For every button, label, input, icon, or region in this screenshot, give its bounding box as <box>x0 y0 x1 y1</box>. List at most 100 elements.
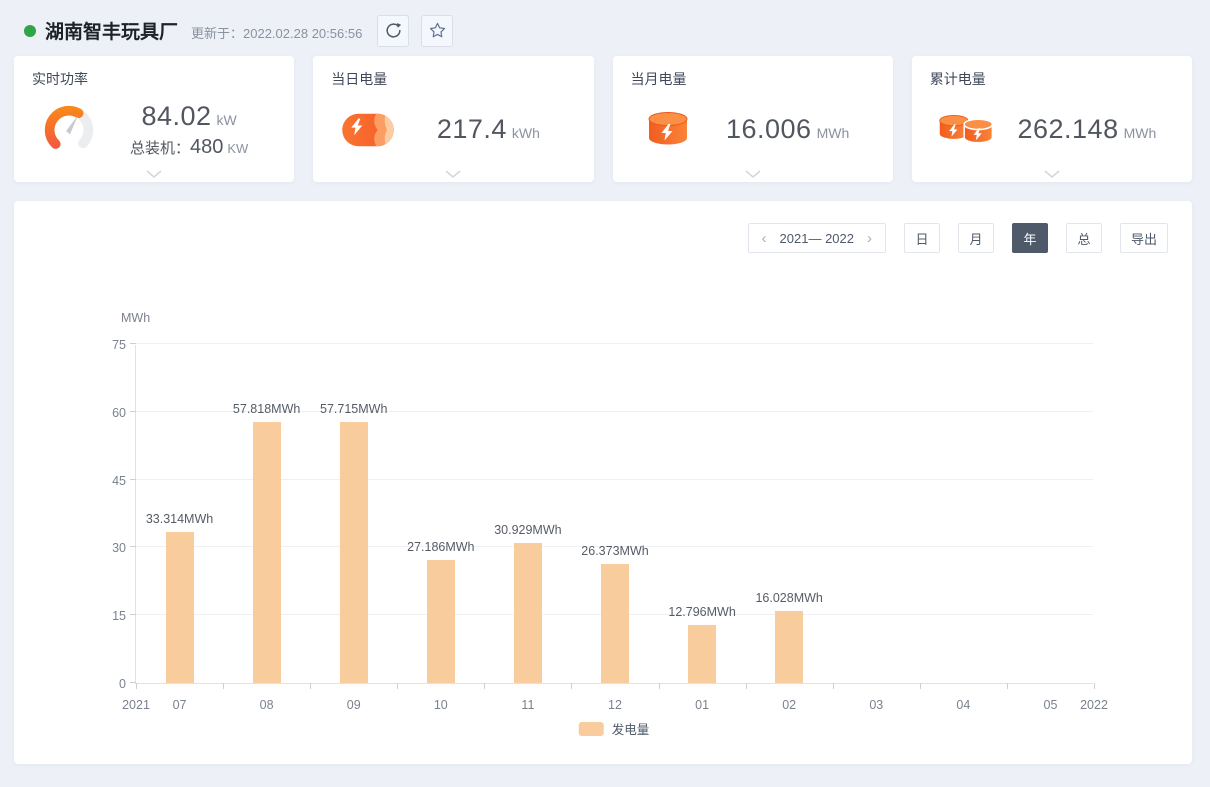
refresh-button[interactable] <box>377 15 409 47</box>
x-axis-tick <box>920 683 921 689</box>
stat-value: 262.148 <box>1017 114 1118 144</box>
x-axis-tick <box>397 683 398 689</box>
x-axis-edge-label-end: 2022 <box>1080 698 1108 712</box>
y-axis-tick <box>130 546 136 547</box>
legend-swatch-icon <box>579 722 604 736</box>
bar-01[interactable] <box>688 625 716 683</box>
x-axis-tick-label: 11 <box>521 698 534 712</box>
x-axis-tick <box>223 683 224 689</box>
card-expand-button[interactable] <box>445 170 461 179</box>
x-axis-tick <box>1007 683 1008 689</box>
chart-panel: ‹ 2021— 2022 › 日 月 年 总 导出 MWh 0153045607… <box>14 201 1192 764</box>
x-axis-edge-label-start: 2021 <box>122 698 150 712</box>
bar-value-label: 16.028MWh <box>755 591 822 605</box>
card-label: 累计电量 <box>930 69 1174 89</box>
bar-value-label: 57.715MWh <box>320 402 387 416</box>
x-axis-tick-label: 03 <box>869 698 883 712</box>
x-axis-tick <box>310 683 311 689</box>
gridline <box>136 343 1093 344</box>
y-axis-tick <box>130 479 136 480</box>
stat-value: 217.4 <box>437 114 507 144</box>
bar-02[interactable] <box>775 611 803 683</box>
gauge-icon <box>36 99 102 161</box>
date-range-picker[interactable]: ‹ 2021— 2022 › <box>748 223 886 253</box>
bar-value-label: 26.373MWh <box>581 544 648 558</box>
bar-10[interactable] <box>427 560 455 683</box>
chevron-down-icon <box>745 170 761 179</box>
star-icon <box>428 21 447 40</box>
x-axis-tick <box>571 683 572 689</box>
x-axis-tick <box>1094 683 1095 689</box>
stat-unit: kWh <box>512 125 540 141</box>
x-axis-tick-label: 05 <box>1044 698 1058 712</box>
stat-card-daily-energy: 当日电量 <box>313 56 593 182</box>
stat-card-realtime-power: 实时功率 84.02kW <box>14 56 294 182</box>
favorite-button[interactable] <box>421 15 453 47</box>
x-axis-tick <box>833 683 834 689</box>
next-year-icon[interactable]: › <box>867 231 872 246</box>
chevron-down-icon <box>1044 170 1060 179</box>
stat-value: 84.02 <box>141 101 211 131</box>
stat-card-total-energy: 累计电量 <box>912 56 1192 182</box>
energy-cylinder-double-icon <box>934 99 1000 161</box>
y-axis-tick-label: 60 <box>84 406 126 420</box>
stat-unit: kW <box>217 112 237 128</box>
x-axis-tick-label: 01 <box>695 698 709 712</box>
x-axis-tick <box>136 683 137 689</box>
bar-09[interactable] <box>340 422 368 683</box>
x-axis-tick-label: 08 <box>260 698 274 712</box>
bar-chart-plot: 015304560750733.314MWh0857.818MWh0957.71… <box>135 345 1093 684</box>
site-header: 湖南智丰玩具厂 更新于：2022.02.28 20:56:56 <box>0 0 1210 56</box>
bar-08[interactable] <box>253 422 281 683</box>
energy-cylinder-icon <box>635 99 701 161</box>
y-axis-tick-label: 45 <box>84 474 126 488</box>
chart-legend[interactable]: 发电量 <box>579 719 650 738</box>
bar-value-label: 12.796MWh <box>668 605 735 619</box>
prev-year-icon[interactable]: ‹ <box>762 231 767 246</box>
y-axis-tick-label: 15 <box>84 609 126 623</box>
y-axis-tick-label: 75 <box>84 338 126 352</box>
x-axis-tick-label: 07 <box>173 698 187 712</box>
x-axis-tick-label: 12 <box>608 698 622 712</box>
stat-card-monthly-energy: 当月电量 16.006MWh <box>613 56 893 182</box>
date-range-label: 2021— 2022 <box>780 231 854 246</box>
bar-12[interactable] <box>601 564 629 683</box>
y-axis-tick-label: 0 <box>84 677 126 691</box>
y-axis-tick-label: 30 <box>84 541 126 555</box>
chevron-down-icon <box>445 170 461 179</box>
bar-value-label: 33.314MWh <box>146 512 213 526</box>
card-label: 当日电量 <box>331 69 575 89</box>
tab-month-button[interactable]: 月 <box>958 223 994 253</box>
bar-11[interactable] <box>514 543 542 683</box>
updated-timestamp: 更新于：2022.02.28 20:56:56 <box>191 23 362 42</box>
x-axis-tick-label: 10 <box>434 698 448 712</box>
stat-value: 16.006 <box>726 114 812 144</box>
card-label: 当月电量 <box>631 69 875 89</box>
card-expand-button[interactable] <box>745 170 761 179</box>
x-axis-tick <box>659 683 660 689</box>
tab-total-button[interactable]: 总 <box>1066 223 1102 253</box>
x-axis-tick <box>746 683 747 689</box>
status-dot-icon <box>24 25 36 37</box>
y-axis-tick <box>130 614 136 615</box>
tab-day-button[interactable]: 日 <box>904 223 940 253</box>
installed-capacity-label: 总装机： <box>130 140 190 157</box>
x-axis-tick <box>484 683 485 689</box>
export-button[interactable]: 导出 <box>1120 223 1168 253</box>
bar-value-label: 27.186MWh <box>407 540 474 554</box>
site-title: 湖南智丰玩具厂 <box>45 17 178 44</box>
tab-year-button[interactable]: 年 <box>1012 223 1048 253</box>
x-axis-tick-label: 02 <box>782 698 796 712</box>
x-axis-tick-label: 04 <box>956 698 970 712</box>
bar-07[interactable] <box>166 532 194 683</box>
y-axis-tick <box>130 411 136 412</box>
installed-capacity-unit: KW <box>227 141 248 156</box>
stat-unit: MWh <box>1124 125 1157 141</box>
refresh-icon <box>384 21 403 40</box>
bolt-pill-icon <box>335 99 401 161</box>
card-expand-button[interactable] <box>1044 170 1060 179</box>
installed-capacity-value: 480 <box>190 136 223 158</box>
card-expand-button[interactable] <box>146 170 162 179</box>
chart-toolbar: ‹ 2021— 2022 › 日 月 年 总 导出 <box>748 223 1168 253</box>
x-axis-tick-label: 09 <box>347 698 361 712</box>
